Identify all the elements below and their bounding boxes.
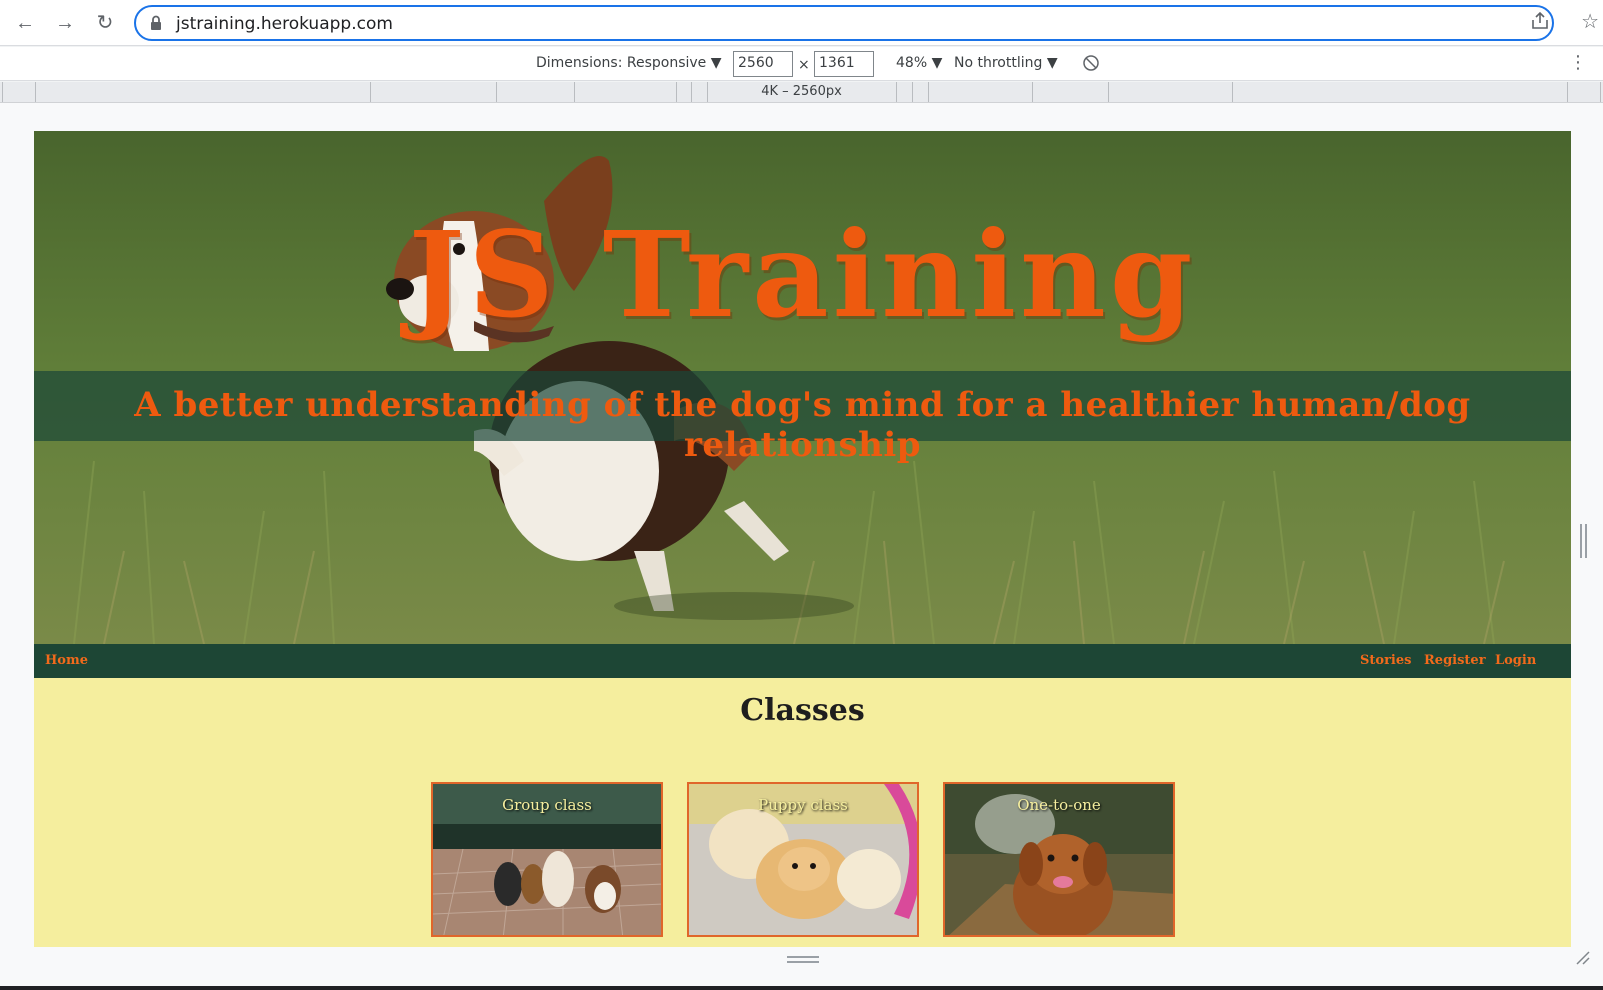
rotate-icon[interactable] [1082, 54, 1100, 72]
class-card-one-to-one[interactable]: One-to-one [943, 782, 1175, 937]
card-label: Group class [502, 796, 592, 814]
forward-arrow-icon[interactable]: → [52, 10, 78, 36]
url-text: jstraining.herokuapp.com [176, 14, 393, 34]
site-title: JS Training [408, 205, 1197, 344]
more-options-icon[interactable]: ⋮ [1569, 52, 1587, 73]
class-card-puppy[interactable]: Puppy class [687, 782, 919, 937]
emulated-page: JS Training A better understanding of th… [34, 131, 1571, 947]
media-query-ruler[interactable]: 4K – 2560px [0, 82, 1603, 103]
class-card-group[interactable]: Group class [431, 782, 663, 937]
device-toolbar: Dimensions: Responsive ▼ 2560 × 1361 48%… [0, 47, 1603, 81]
lock-icon [151, 15, 161, 30]
tagline-band: A better understanding of the dog's mind… [34, 371, 1571, 465]
breakpoint-label: 4K – 2560px [761, 84, 842, 99]
reload-icon[interactable]: ↻ [92, 10, 118, 36]
card-label: One-to-one [1017, 796, 1101, 814]
bookmark-star-icon[interactable]: ☆ [1581, 9, 1599, 34]
back-arrow-icon[interactable]: ← [12, 10, 38, 36]
classes-heading: Classes [740, 693, 865, 728]
window-bottom-edge [0, 986, 1603, 990]
height-input[interactable]: 1361 [814, 51, 874, 77]
nav-login-link[interactable]: Login [1495, 653, 1536, 668]
dimensions-select[interactable]: Dimensions: Responsive ▼ [536, 55, 722, 71]
site-navbar: Home Stories Register Login [34, 644, 1571, 678]
nav-register-link[interactable]: Register [1424, 653, 1486, 668]
browser-toolbar: ← → ↻ jstraining.herokuapp.com ☆ [0, 0, 1603, 46]
hero-banner: JS Training A better understanding of th… [34, 131, 1571, 644]
zoom-select[interactable]: 48% ▼ [896, 55, 942, 71]
throttling-select[interactable]: No throttling ▼ [954, 55, 1058, 71]
address-bar[interactable]: jstraining.herokuapp.com [134, 5, 1554, 41]
bottom-resize-handle[interactable] [787, 956, 819, 963]
nav-home-link[interactable]: Home [45, 653, 88, 668]
site-tagline: A better understanding of the dog's mind… [134, 385, 1471, 465]
nav-stories-link[interactable]: Stories [1360, 653, 1411, 668]
corner-resize-icon[interactable] [1575, 950, 1591, 966]
times-sign: × [798, 57, 810, 73]
share-icon[interactable] [1529, 10, 1551, 32]
right-resize-handle[interactable] [1580, 524, 1587, 558]
width-input[interactable]: 2560 [733, 51, 793, 77]
card-label: Puppy class [758, 796, 848, 814]
